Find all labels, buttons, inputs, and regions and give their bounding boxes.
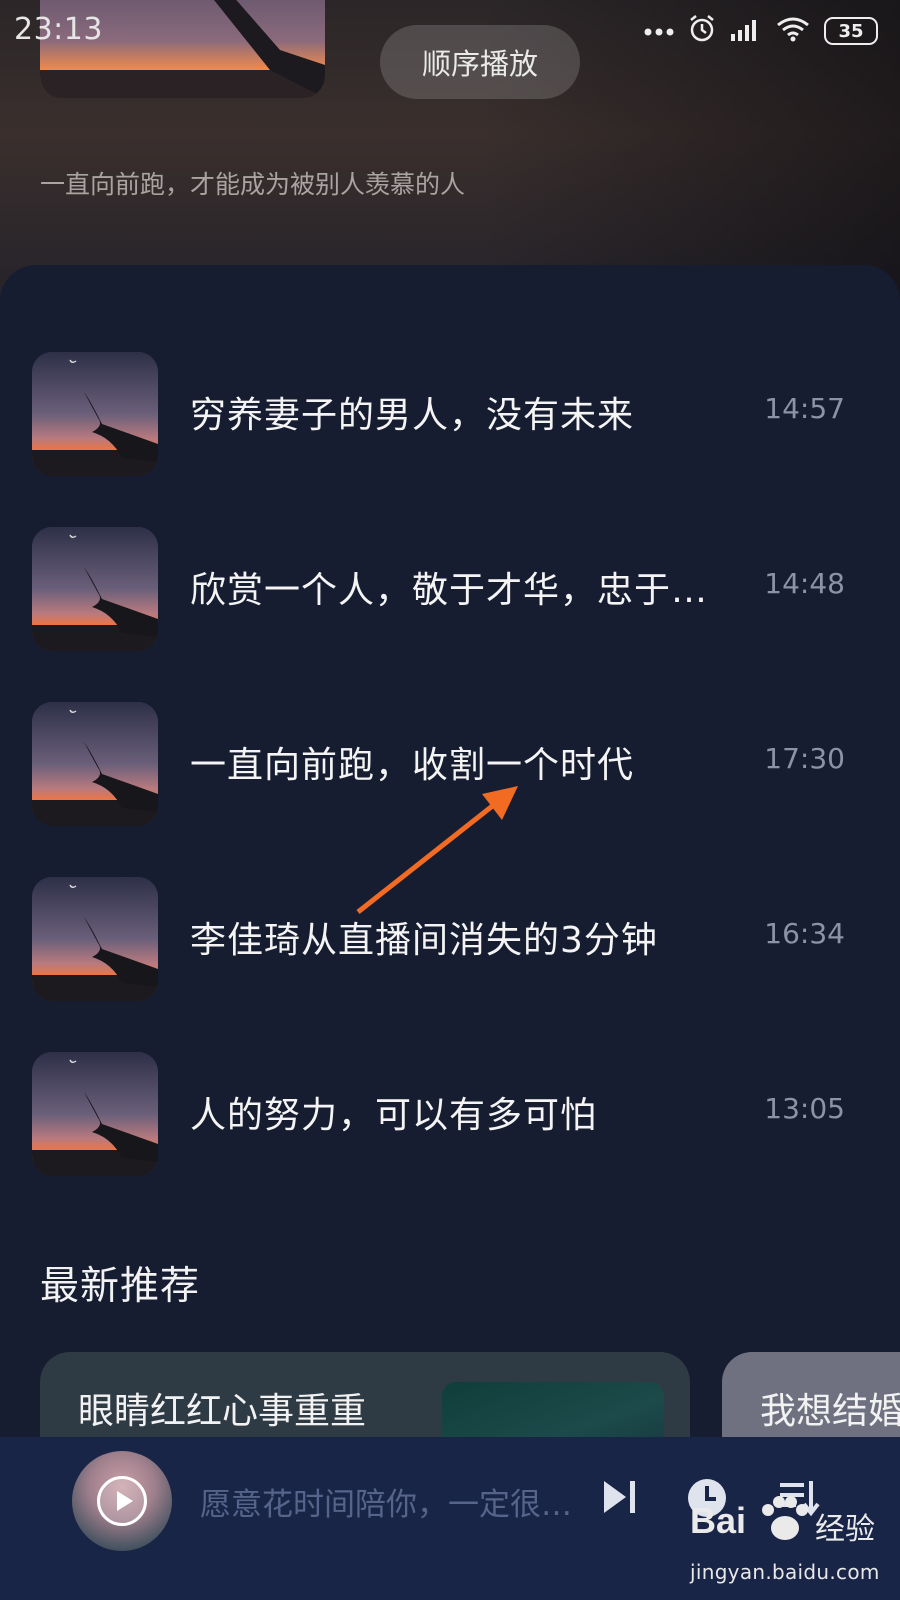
more-dots-icon [644,22,674,41]
watermark-suffix: 经验 [815,1512,875,1547]
watermark-logo: Bai [690,1500,747,1541]
recommendation-title: 我想结婚 [760,1391,900,1432]
episode-title: 穷养妻子的男人，没有未来 [190,395,635,436]
play-icon[interactable] [97,1476,147,1526]
now-playing-cover[interactable] [72,1451,172,1551]
episode-thumbnail [32,1052,158,1176]
status-icons: 35 [644,14,878,48]
recommendation-title: 眼睛红红心事重重 [78,1391,367,1432]
episode-row[interactable]: 穷养妻子的男人，没有未来 14:57 [0,348,900,478]
episode-duration: 14:57 [764,392,845,425]
paw-icon [758,1496,810,1546]
episode-title: 一直向前跑，收割一个时代 [190,745,635,786]
episode-thumbnail [32,527,158,651]
status-bar: 23:13 35 [0,0,900,62]
episode-title: 李佳琦从直播间消失的3分钟 [190,920,658,961]
album-description: 一直向前跑，才能成为被别人羡慕的人 [40,170,466,199]
signal-icon [730,16,762,46]
episode-thumbnail [32,877,158,1001]
episode-title: 人的努力，可以有多可怕 [190,1095,598,1136]
episode-row[interactable]: 李佳琦从直播间消失的3分钟 16:34 [0,873,900,1003]
next-track-icon[interactable] [600,1477,640,1521]
alarm-icon [688,14,716,48]
wifi-icon [776,16,810,46]
status-time: 23:13 [14,12,103,47]
episode-row[interactable]: 人的努力，可以有多可怕 13:05 [0,1048,900,1178]
episode-thumbnail [32,352,158,476]
section-title-latest: 最新推荐 [40,1264,201,1309]
episode-row[interactable]: 欣赏一个人，敬于才华，忠于… 14:48 [0,523,900,653]
episode-duration: 16:34 [764,917,845,950]
battery-icon: 35 [824,17,878,45]
episode-duration: 17:30 [764,742,845,775]
now-playing-title[interactable]: 愿意花时间陪你，一定很… [200,1479,600,1524]
episode-duration: 13:05 [764,1092,845,1125]
episode-duration: 14:48 [764,567,845,600]
watermark-url: jingyan.baidu.com [690,1560,880,1584]
episode-title: 欣赏一个人，敬于才华，忠于… [190,570,709,611]
baidu-jingyan-watermark: Bai 经验 jingyan.baidu.com [690,1480,890,1590]
episode-thumbnail [32,702,158,826]
episode-row[interactable]: 一直向前跑，收割一个时代 17:30 [0,698,900,828]
